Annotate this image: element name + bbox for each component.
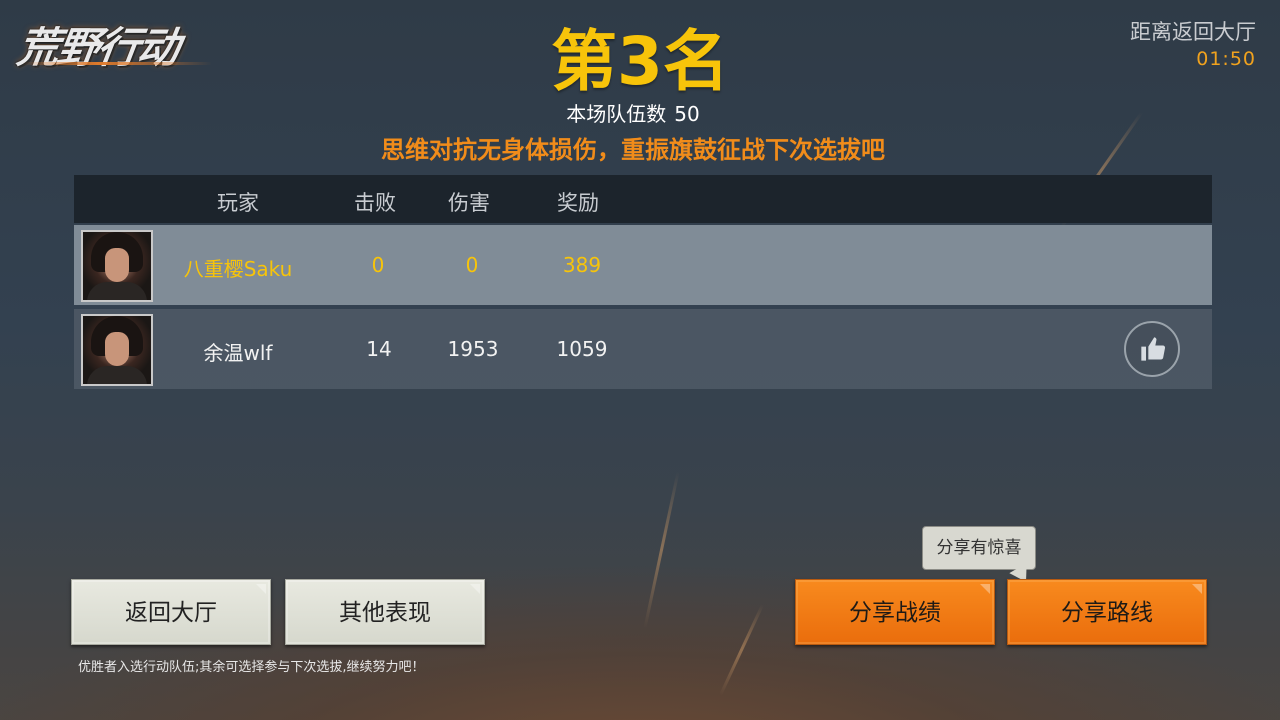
avatar-face	[105, 332, 129, 366]
player-kills: 0	[371, 253, 385, 277]
table-header: 玩家 击败 伤害 奖励	[74, 175, 1212, 223]
footer-tip: 优胜者入选行动队伍;其余可选择参与下次选拔,继续努力吧！	[78, 660, 425, 675]
header-damage: 伤害	[448, 191, 490, 215]
other-performance-button[interactable]: 其他表现	[285, 579, 485, 645]
encourage-text: 思维对抗无身体损伤，重振旗鼓征战下次选拔吧	[381, 136, 885, 164]
back-to-lobby-label: 返回大厅	[125, 600, 217, 626]
player-kills: 14	[366, 337, 392, 361]
share-route-button[interactable]: 分享路线	[1007, 579, 1207, 645]
player-damage: 0	[465, 253, 479, 277]
avatar-body	[87, 282, 147, 300]
other-performance-label: 其他表现	[339, 600, 431, 626]
button-corner	[470, 584, 480, 594]
header-player: 玩家	[217, 191, 259, 215]
results-table: 玩家 击败 伤害 奖励 八重樱Saku 0 0 389 余温wlf 14 195…	[74, 175, 1212, 389]
player-avatar[interactable]	[81, 314, 153, 386]
rank-title: 第3名	[551, 23, 729, 100]
button-corner	[1192, 584, 1202, 594]
player-name: 八重樱Saku	[183, 257, 293, 281]
share-route-label: 分享路线	[1061, 600, 1153, 626]
player-avatar[interactable]	[81, 230, 153, 302]
player-name: 余温wlf	[203, 341, 273, 365]
player-reward: 1059	[556, 337, 608, 361]
team-count: 本场队伍数 50	[0, 98, 1266, 127]
background-streak	[643, 471, 680, 629]
player-damage: 1953	[447, 337, 499, 361]
table-row: 八重樱Saku 0 0 389	[74, 225, 1212, 305]
button-corner	[980, 584, 990, 594]
thumbs-up-icon	[1141, 337, 1166, 361]
share-stats-label: 分享战绩	[849, 600, 941, 626]
back-to-lobby-button[interactable]: 返回大厅	[71, 579, 271, 645]
player-reward: 389	[562, 253, 602, 277]
team-count-label: 本场队伍数	[566, 102, 667, 126]
team-count-value: 50	[674, 102, 700, 126]
avatar-body	[87, 366, 147, 384]
header-reward: 奖励	[557, 191, 599, 215]
table-row: 余温wlf 14 1953 1059	[74, 309, 1212, 389]
share-stats-button[interactable]: 分享战绩	[795, 579, 995, 645]
like-button[interactable]	[1124, 321, 1180, 377]
avatar-face	[105, 248, 129, 282]
background-streak	[719, 604, 764, 696]
share-tooltip: 分享有惊喜	[922, 526, 1036, 570]
header-kills: 击败	[354, 191, 396, 215]
button-corner	[256, 584, 266, 594]
